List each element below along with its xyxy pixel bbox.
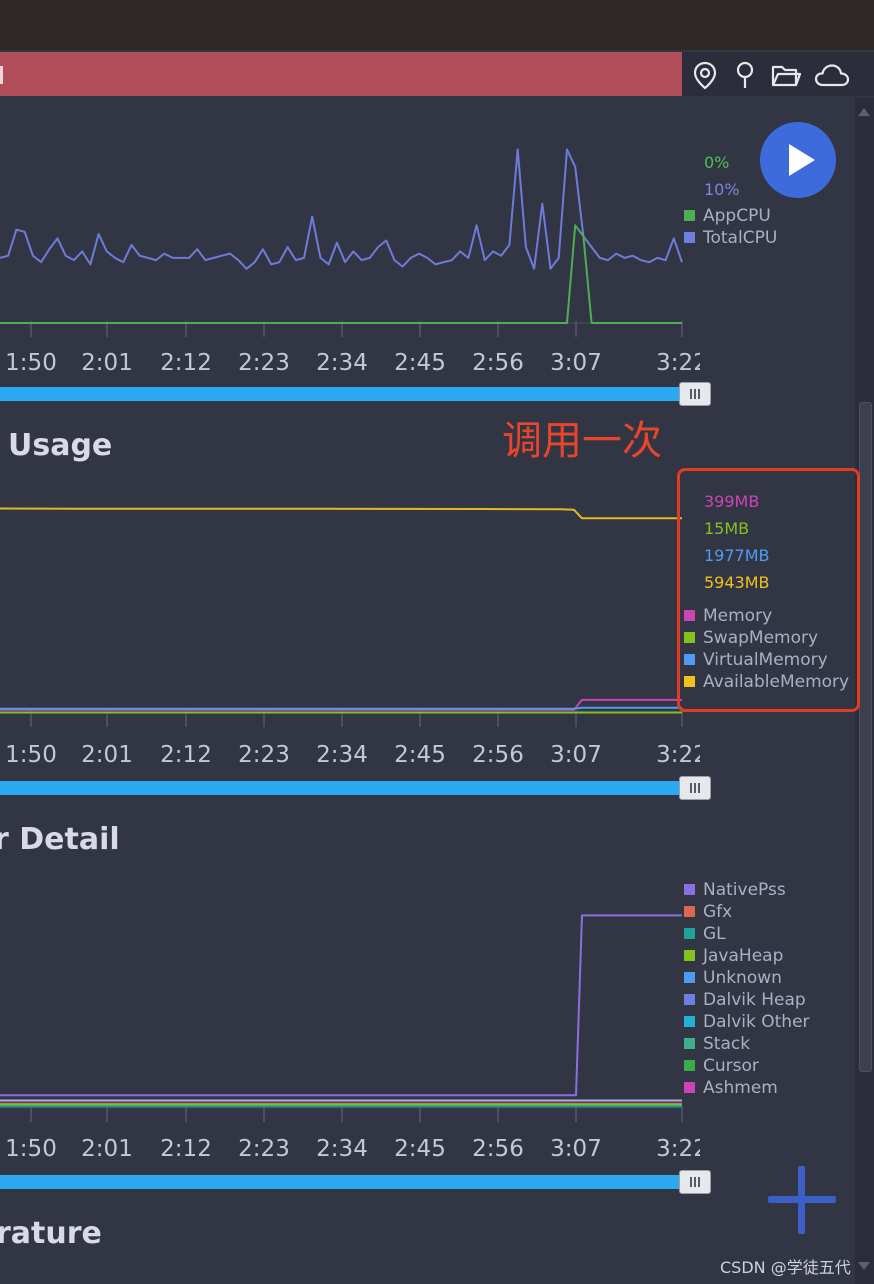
legend-label: Unknown [703,968,782,988]
window-title-bar [0,0,874,50]
legend-label: Cursor [703,1056,759,1076]
memory-range-bar[interactable] [0,781,680,795]
x-tick-label: 2:45 [394,350,446,376]
legend-label: Stack [703,1034,751,1054]
legend-swatch [684,1038,695,1049]
status-banner-edge [0,66,3,84]
x-tick-label: 2:01 [81,350,133,376]
x-tick-label: 3:22 [656,1136,700,1162]
legend-swatch [684,906,695,917]
x-tick-label: 3:07 [550,742,602,768]
scroll-up-arrow[interactable] [858,108,870,116]
legend-swatch [684,994,695,1005]
legend-item: TotalCPU [684,228,777,248]
x-tick-label: 2:56 [472,742,524,768]
legend-item: GL [684,924,726,944]
legend-label: JavaHeap [703,946,784,966]
legend-item: AppCPU [684,206,771,226]
legend-swatch [684,1016,695,1027]
x-tick-label: 3:07 [550,350,602,376]
legend-label: Dalvik Heap [703,990,806,1010]
x-tick-label: 2:12 [160,1136,212,1162]
legend-swatch [684,884,695,895]
legend-item: Cursor [684,1056,759,1076]
scroll-down-arrow[interactable] [858,1262,870,1270]
play-button[interactable] [760,122,836,198]
series-line-totalcpu [0,148,683,270]
x-tick-label: 2:12 [160,350,212,376]
annotation-highlight-box [677,468,860,712]
memory-usage-title: Usage [8,428,113,463]
annotation-text: 调用一次 [502,418,662,464]
legend-label: Ashmem [703,1078,778,1098]
x-tick-label: 2:23 [238,350,290,376]
detail-range-handle[interactable] [679,1170,711,1194]
x-tick-label: 2:56 [472,1136,524,1162]
x-tick-label: 3:07 [550,1136,602,1162]
x-tick-label: 3:22 [656,350,700,376]
x-tick-label: 2:01 [81,742,133,768]
x-tick-label: 2:34 [316,350,368,376]
x-tick-label: 2:34 [316,742,368,768]
x-tick-label: 2:23 [238,1136,290,1162]
legend-label: NativePss [703,880,786,900]
legend-item: Gfx [684,902,732,922]
x-tick-label: 2:34 [316,1136,368,1162]
legend-label: Dalvik Other [703,1012,810,1032]
legend-label: GL [703,924,726,944]
watermark: CSDN @学徒五代 [720,1258,851,1277]
legend-item: Dalvik Heap [684,990,806,1010]
x-tick-label: 2:12 [160,742,212,768]
x-tick-label: 1:50 [5,1136,57,1162]
legend-item: Dalvik Other [684,1012,810,1032]
series-line-nativepss [0,914,682,1097]
series-line-virtualmemory [0,706,682,710]
x-tick-label: 2:56 [472,350,524,376]
legend-label: AppCPU [703,206,771,226]
legend-item: JavaHeap [684,946,783,966]
legend-swatch [684,1082,695,1093]
folder-open-icon[interactable] [771,60,801,90]
status-banner [0,52,682,96]
map-pin-icon[interactable] [730,60,760,90]
legend-item: NativePss [684,880,786,900]
legend-label: TotalCPU [703,228,778,248]
memory-usage-chart: 1:50 2:01 2:12 2:23 2:34 2:45 2:56 3:07 3:22 [0,507,700,768]
x-tick-label: 2:45 [394,742,446,768]
legend-swatch [684,950,695,961]
legend-item: Ashmem [684,1078,778,1098]
current-value-label: 0% [704,153,730,172]
cpu-chart: 1:50 2:01 2:12 2:23 2:34 2:45 2:56 3:07 3:22 [0,148,700,376]
series-line-availablememory [0,507,682,520]
x-tick-label: 3:22 [656,742,700,768]
cloud-icon[interactable] [814,60,850,90]
memory-detail-chart: 1:50 2:01 2:12 2:23 2:34 2:45 2:56 3:07 3:22 [0,914,700,1162]
legend-label: Gfx [703,902,733,922]
legend-item: Stack [684,1034,750,1054]
legend-swatch [684,928,695,939]
memory-detail-title: r Detail [0,822,120,857]
x-tick-label: 2:23 [238,742,290,768]
x-tick-label: 1:50 [5,742,57,768]
detail-range-bar[interactable] [0,1175,680,1189]
play-icon [789,144,815,176]
legend-swatch [684,210,695,221]
legend-item: Unknown [684,968,782,988]
add-button[interactable] [768,1166,836,1234]
x-tick-label: 2:01 [81,1136,133,1162]
cpu-range-bar[interactable] [0,387,680,401]
scrollbar-thumb[interactable] [859,402,872,1072]
x-tick-label: 2:45 [394,1136,446,1162]
current-value-label: 10% [704,180,740,199]
legend-swatch [684,972,695,983]
memory-range-handle[interactable] [679,776,711,800]
legend-swatch [684,1060,695,1071]
cpu-range-handle[interactable] [679,382,711,406]
temperature-title: rature [0,1216,102,1251]
location-pin-icon[interactable] [690,60,720,90]
x-tick-label: 1:50 [5,350,57,376]
legend-swatch [684,232,695,243]
